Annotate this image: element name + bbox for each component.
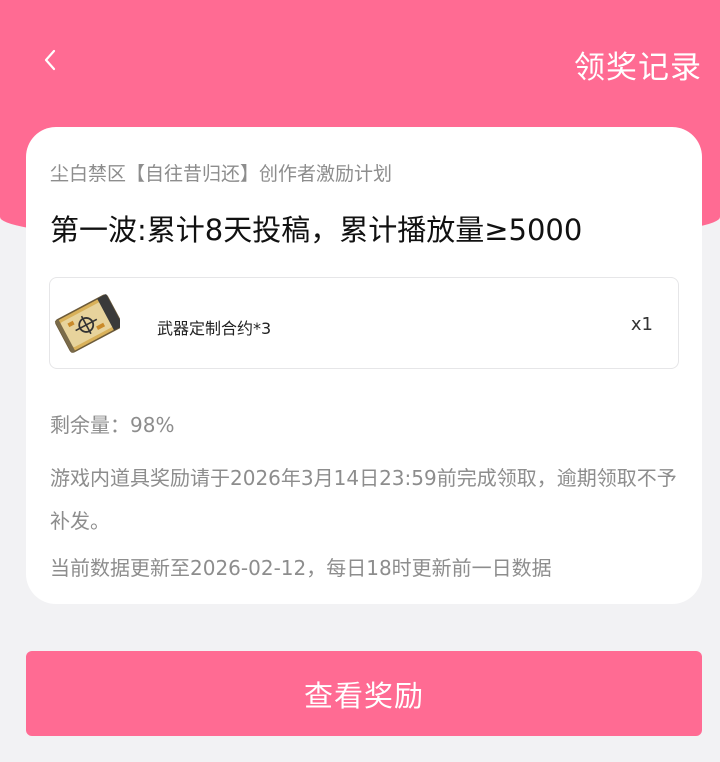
view-rewards-button[interactable]: 查看奖励 [26, 651, 702, 736]
deadline-note: 游戏内道具奖励请于2026年3月14日23:59前完成领取，逾期领取不予补发。 [50, 466, 677, 533]
weapon-contract-icon [54, 294, 120, 354]
remaining-amount: 剩余量：98% [50, 413, 175, 437]
reward-quantity: x1 [630, 314, 653, 335]
campaign-card: 尘白禁区【自往昔归还】创作者激励计划 第一波:累计8天投稿，累计播放量≥5000… [26, 127, 702, 604]
back-button[interactable] [30, 38, 70, 82]
chevron-left-icon [44, 49, 56, 71]
reward-name: 武器定制合约*3 [157, 319, 272, 338]
reward-records-link[interactable]: 领奖记录 [574, 42, 702, 87]
reward-item: 武器定制合约*3 x1 [49, 277, 679, 369]
campaign-name: 尘白禁区【自往昔归还】创作者激励计划 [50, 163, 393, 185]
stage-title: 第一波:累计8天投稿，累计播放量≥5000 [50, 213, 583, 247]
data-update-note: 当前数据更新至2026-02-12，每日18时更新前一日数据 [50, 556, 552, 580]
top-bar: 领奖记录 [0, 0, 720, 125]
